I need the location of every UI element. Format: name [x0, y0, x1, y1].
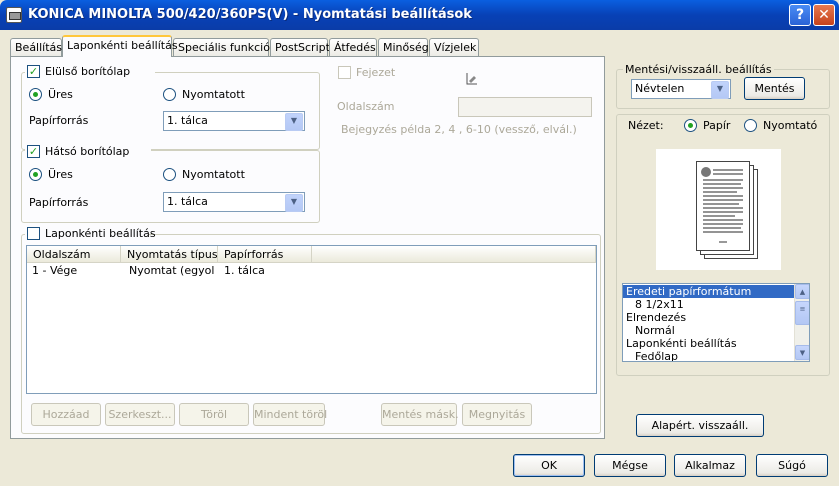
tab-special-functions[interactable]: Speciális funkciók [173, 38, 276, 56]
chevron-down-icon[interactable]: ▼ [711, 81, 729, 99]
front-source-select[interactable]: 1. tálca ▼ [163, 111, 305, 131]
add-button: Hozzáad [31, 403, 101, 426]
tab-settings[interactable]: Beállítás [10, 38, 62, 56]
tab-watermarks[interactable]: Vízjelek [429, 38, 479, 56]
view-printer-radio[interactable] [744, 119, 757, 132]
restore-defaults-button[interactable]: Alapért. visszaáll. [636, 414, 764, 437]
front-printed-label[interactable]: Nyomtatott [182, 88, 245, 101]
document-lines-icon [701, 167, 743, 243]
page-number-label: Oldalszám [337, 100, 395, 113]
save-settings-label: Mentési/visszaáll. beállítás [623, 63, 774, 76]
list-item[interactable]: Eredeti papírformátum [623, 285, 794, 298]
tab-overlay[interactable]: Átfedés [329, 38, 377, 56]
chapter-label: Fejezet [356, 66, 396, 79]
tab-quality[interactable]: Minőség [378, 38, 429, 56]
row-print-type: Nyomtat (egyol... [129, 264, 215, 277]
list-item[interactable]: Normál [623, 324, 794, 337]
back-printed-label[interactable]: Nyomtatott [182, 168, 245, 181]
page-preview [656, 149, 781, 270]
tab-per-page-settings[interactable]: Laponkénti beállítás [62, 35, 178, 57]
save-as-button: Mentés másk. [381, 403, 459, 426]
close-button[interactable]: ✕ [813, 4, 835, 26]
view-paper-label[interactable]: Papír [703, 119, 730, 132]
per-page-header: Laponkénti beállítás [25, 227, 156, 241]
cancel-button[interactable]: Mégse [594, 454, 666, 477]
delete-all-button: Mindent töröl [253, 403, 327, 426]
row-page: 1 - Vége [32, 264, 78, 277]
per-page-listview[interactable]: Oldalszám Nyomtatás típusa Papírforrás 1… [26, 245, 597, 394]
vertical-scrollbar[interactable]: ▲ ≡ ▼ [794, 284, 809, 361]
table-row[interactable]: 1 - Vége Nyomtat (egyol... 1. tálca [27, 264, 596, 278]
delete-button: Töröl [179, 403, 249, 426]
scroll-down-icon[interactable]: ▼ [795, 345, 809, 360]
scroll-thumb[interactable]: ≡ [795, 301, 809, 325]
back-cover-checkbox[interactable]: ✓ [27, 145, 40, 158]
front-blank-radio[interactable] [29, 88, 42, 101]
back-blank-label[interactable]: Üres [48, 168, 73, 181]
help-title-button[interactable]: ? [789, 4, 811, 26]
chapter-checkbox [338, 66, 351, 79]
ok-button[interactable]: OK [513, 454, 585, 477]
settings-summary-listbox[interactable]: Eredeti papírformátum 8 1/2x11 Elrendezé… [622, 283, 810, 362]
back-source-label: Papírforrás [29, 196, 89, 209]
back-blank-radio[interactable] [29, 168, 42, 181]
open-button: Megnyitás [462, 403, 532, 426]
profile-select[interactable]: Névtelen ▼ [631, 79, 731, 99]
list-item[interactable]: Laponkénti beállítás [623, 337, 794, 350]
back-cover-group [21, 150, 320, 223]
front-cover-header: ✓ Elülső borítólap [25, 65, 155, 79]
row-paper-source: 1. tálca [224, 264, 265, 277]
back-printed-radio[interactable] [163, 168, 176, 181]
front-printed-radio[interactable] [163, 88, 176, 101]
tab-panel: ✓ Elülső borítólap Üres Nyomtatott Papír… [10, 56, 605, 439]
printer-app-icon [6, 7, 22, 23]
paper-sheet-front [696, 161, 750, 251]
profile-select-value: Névtelen [635, 82, 685, 95]
apply-button[interactable]: Alkalmaz [674, 454, 746, 477]
chevron-down-icon[interactable]: ▼ [285, 113, 303, 131]
right-panel: Mentési/visszaáll. beállítás Névtelen ▼ … [608, 56, 830, 439]
view-label: Nézet: [628, 119, 664, 132]
per-page-label[interactable]: Laponkénti beállítás [45, 227, 156, 240]
list-item[interactable]: 8 1/2x11 [623, 298, 794, 311]
edit-button: Szerkeszt... [105, 403, 175, 426]
front-cover-label[interactable]: Elülső borítólap [45, 65, 130, 78]
front-cover-checkbox[interactable]: ✓ [27, 65, 40, 78]
summary-list: Eredeti papírformátum 8 1/2x11 Elrendezé… [623, 285, 794, 361]
back-source-select[interactable]: 1. tálca ▼ [163, 192, 305, 212]
page-edit-icon [465, 72, 479, 86]
column-header-empty [312, 246, 596, 263]
save-button[interactable]: Mentés [744, 77, 805, 100]
per-page-checkbox[interactable] [27, 227, 40, 240]
title-bar[interactable]: KONICA MINOLTA 500/420/360PS(V) - Nyomta… [0, 0, 839, 30]
column-header-page[interactable]: Oldalszám [27, 246, 121, 263]
front-source-label: Papírforrás [29, 114, 89, 127]
help-button[interactable]: Súgó [756, 454, 828, 477]
list-item[interactable]: Elrendezés [623, 311, 794, 324]
column-header-print-type[interactable]: Nyomtatás típusa [121, 246, 224, 263]
view-paper-radio[interactable] [684, 119, 697, 132]
front-source-value: 1. tálca [167, 114, 208, 127]
back-source-value: 1. tálca [167, 195, 208, 208]
list-item[interactable]: Fedőlap [623, 350, 794, 361]
page-number-field [458, 97, 592, 117]
view-printer-label[interactable]: Nyomtató [763, 119, 817, 132]
column-header-paper-source[interactable]: Papírforrás [218, 246, 312, 263]
entry-example-text: Bejegyzés példa 2, 4 , 6-10 (vessző, elv… [341, 123, 577, 136]
back-cover-header: ✓ Hátsó borítólap [25, 145, 151, 159]
chevron-down-icon[interactable]: ▼ [285, 194, 303, 212]
back-cover-label[interactable]: Hátsó borítólap [45, 145, 129, 158]
window-title: KONICA MINOLTA 500/420/360PS(V) - Nyomta… [28, 7, 472, 22]
scroll-up-icon[interactable]: ▲ [795, 284, 809, 299]
tab-postscript[interactable]: PostScript [270, 38, 330, 56]
front-blank-label[interactable]: Üres [48, 88, 73, 101]
